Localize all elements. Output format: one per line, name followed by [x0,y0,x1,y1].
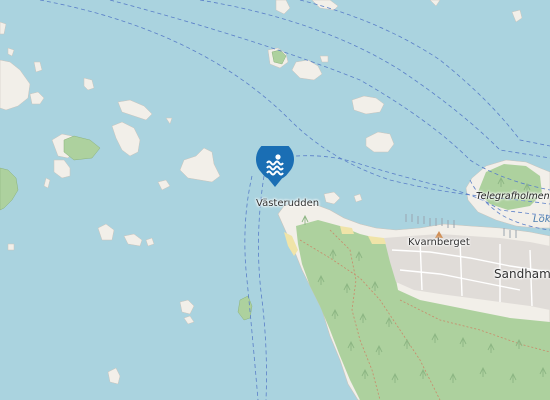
location-marker[interactable] [254,146,296,188]
town-label: Sandhamn [494,267,550,281]
beach-label: Västerudden [256,198,320,209]
water-label: Lökh [533,214,550,225]
swimming-icon [256,146,294,187]
map-canvas[interactable]: Västerudden Kvarnberget Sandhamn Telegra… [0,0,550,400]
island-label: Telegrafholmen [476,191,550,202]
hill-label: Kvarnberget [408,237,470,248]
